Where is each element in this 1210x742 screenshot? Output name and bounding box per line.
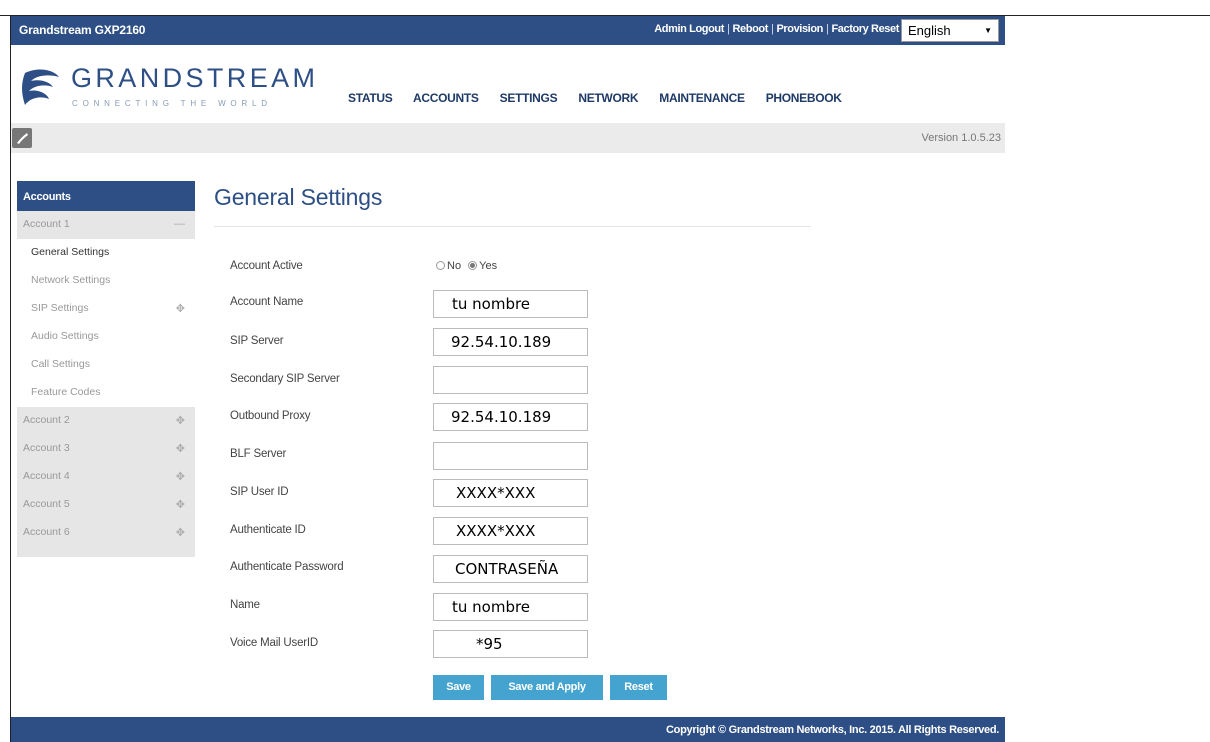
authenticate-id-input[interactable]: XXXX*XXX	[433, 517, 588, 545]
sip-user-id-input[interactable]: XXXX*XXX	[433, 479, 588, 507]
reset-button[interactable]: Reset	[610, 675, 667, 700]
title-divider	[214, 226, 811, 227]
expand-icon[interactable]: ✥	[176, 470, 185, 483]
blf-server-input[interactable]	[433, 442, 588, 470]
expand-icon[interactable]: ✥	[176, 414, 185, 427]
save-and-apply-button[interactable]: Save and Apply	[491, 675, 603, 700]
header: GRANDSTREAM CONNECTING THE WORLD STATUS …	[11, 45, 1005, 123]
account-name-label: Account Name	[230, 296, 304, 308]
sidebar: Account 1 — General Settings Network Set…	[17, 211, 195, 547]
sip-user-id-label: SIP User ID	[230, 486, 289, 498]
outbound-proxy-label: Outbound Proxy	[230, 410, 311, 422]
sidebar-item-call-settings[interactable]: Call Settings	[17, 351, 195, 379]
sidebar-item-label: Feature Codes	[31, 386, 101, 398]
link-separator: |	[727, 23, 730, 35]
provision-link[interactable]: Provision	[776, 23, 823, 35]
expand-icon[interactable]: ✥	[176, 498, 185, 511]
radio-yes-label: Yes	[479, 260, 498, 272]
sidebar-item-label: Account 3	[23, 442, 70, 454]
logo-wordmark: GRANDSTREAM	[71, 63, 319, 93]
language-select[interactable]: English ▼	[901, 19, 999, 42]
sidebar-item-account-1[interactable]: Account 1 —	[17, 211, 195, 239]
voice-mail-userid-input[interactable]: *95	[433, 630, 588, 658]
secondary-sip-server-input[interactable]	[433, 366, 588, 394]
link-separator: |	[770, 23, 774, 35]
version-bar: Version 1.0.5.23	[11, 123, 1005, 153]
sidebar-item-audio-settings[interactable]: Audio Settings	[17, 323, 195, 351]
sidebar-item-account-6[interactable]: Account 6 ✥	[17, 519, 195, 547]
sidebar-item-general-settings[interactable]: General Settings	[17, 239, 195, 267]
expand-icon[interactable]: ✥	[176, 526, 185, 539]
nav-settings[interactable]: SETTINGS	[500, 91, 558, 105]
sidebar-item-label: Network Settings	[31, 274, 111, 286]
grandstream-logo-icon	[22, 69, 59, 105]
nav-status[interactable]: STATUS	[348, 91, 393, 105]
sidebar-item-account-4[interactable]: Account 4 ✥	[17, 463, 195, 491]
phone-handset-icon[interactable]	[12, 128, 32, 148]
outbound-proxy-input[interactable]: 92.54.10.189	[433, 403, 588, 431]
sidebar-item-account-5[interactable]: Account 5 ✥	[17, 491, 195, 519]
factory-reset-link[interactable]: Factory Reset	[831, 23, 899, 35]
account-active-yes-radio[interactable]	[468, 261, 478, 270]
account-active-radio-group: No Yes	[436, 260, 497, 272]
account-active-no-radio[interactable]	[436, 261, 445, 270]
copyright-text: Copyright © Grandstream Networks, Inc. 2…	[666, 724, 999, 736]
sidebar-item-account-2[interactable]: Account 2 ✥	[17, 407, 195, 435]
sidebar-item-label: Account 5	[23, 498, 70, 510]
nav-phonebook[interactable]: PHONEBOOK	[766, 91, 842, 105]
web-ui: Grandstream GXP2160 Admin Logout | Reboot |…	[11, 16, 1005, 742]
sidebar-item-feature-codes[interactable]: Feature Codes	[17, 379, 195, 407]
sidebar-item-label: Audio Settings	[31, 330, 99, 342]
sidebar-item-label: Account 2	[23, 414, 70, 426]
top-links: Admin Logout | Reboot | Provision | Factory Re…	[654, 23, 899, 35]
admin-logout-link[interactable]: Admin Logout	[654, 23, 724, 35]
sip-server-input[interactable]: 92.54.10.189	[433, 328, 588, 356]
sidebar-bottom	[17, 547, 195, 557]
nav-network[interactable]: NETWORK	[578, 91, 638, 105]
secondary-sip-server-label: Secondary SIP Server	[230, 373, 340, 385]
logo-tagline: CONNECTING THE WORLD	[72, 99, 272, 108]
sidebar-item-network-settings[interactable]: Network Settings	[17, 267, 195, 295]
language-value: English	[908, 23, 951, 38]
account-active-label: Account Active	[230, 260, 303, 272]
expand-icon[interactable]: ✥	[176, 302, 185, 315]
save-button[interactable]: Save	[433, 675, 484, 700]
nav-accounts[interactable]: ACCOUNTS	[413, 91, 479, 105]
nav-maintenance[interactable]: MAINTENANCE	[659, 91, 745, 105]
top-bar: Grandstream GXP2160 Admin Logout | Reboot |…	[11, 16, 1005, 45]
sip-server-label: SIP Server	[230, 335, 284, 347]
expand-icon[interactable]: ✥	[176, 442, 185, 455]
sidebar-header[interactable]: Accounts	[17, 181, 195, 211]
page-title: General Settings	[214, 184, 383, 210]
link-separator: |	[825, 23, 829, 35]
main-nav: STATUS ACCOUNTS SETTINGS NETWORK MAINTEN…	[348, 91, 860, 105]
authenticate-id-label: Authenticate ID	[230, 524, 306, 536]
sidebar-item-label: SIP Settings	[31, 302, 89, 314]
radio-no-label: No	[447, 260, 462, 272]
collapse-icon[interactable]: —	[174, 218, 185, 230]
sidebar-item-account-3[interactable]: Account 3 ✥	[17, 435, 195, 463]
sidebar-item-label: Call Settings	[31, 358, 90, 370]
name-label: Name	[230, 599, 260, 611]
account-name-input[interactable]: tu nombre	[433, 290, 588, 318]
authenticate-password-input[interactable]: CONTRASEÑA	[433, 555, 588, 583]
sidebar-item-label: Account 4	[23, 470, 70, 482]
name-input[interactable]: tu nombre	[433, 593, 588, 621]
sidebar-item-label: Account 6	[23, 526, 70, 538]
firmware-version: Version 1.0.5.23	[921, 132, 1001, 144]
reboot-link[interactable]: Reboot	[732, 23, 768, 35]
authenticate-password-label: Authenticate Password	[230, 561, 344, 573]
caret-down-icon: ▼	[984, 26, 992, 35]
sidebar-item-label: General Settings	[31, 246, 110, 258]
sidebar-item-sip-settings[interactable]: SIP Settings ✥	[17, 295, 195, 323]
blf-server-label: BLF Server	[230, 448, 287, 460]
footer: Copyright © Grandstream Networks, Inc. 2…	[11, 717, 1005, 742]
device-model: Grandstream GXP2160	[19, 23, 146, 37]
sidebar-item-label: Account 1	[23, 218, 70, 230]
voice-mail-userid-label: Voice Mail UserID	[230, 637, 318, 649]
